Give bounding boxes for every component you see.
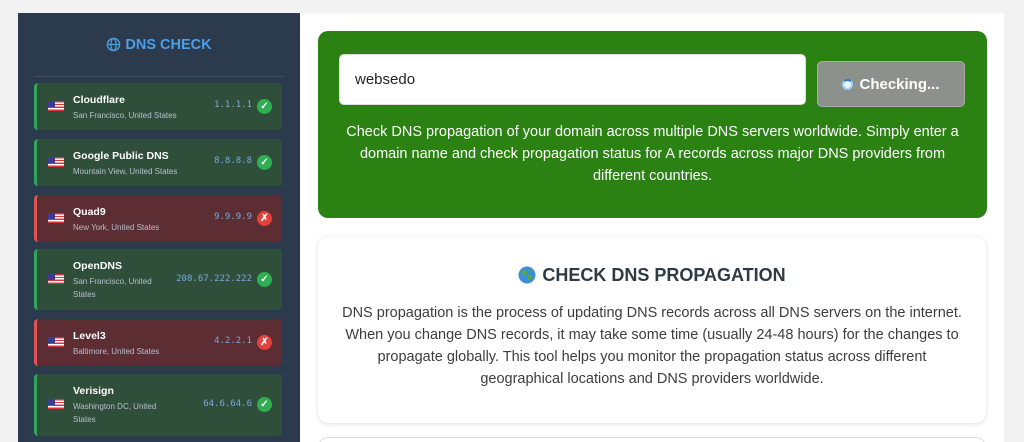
server-card-cloudflare[interactable]: Cloudflare San Francisco, United States …	[34, 83, 282, 130]
server-location: San Francisco, United States	[73, 277, 152, 299]
earth-globe-icon	[518, 266, 536, 284]
server-name: Quad9	[73, 206, 106, 218]
server-ip: 208.67.222.222	[176, 274, 252, 284]
globe-icon	[106, 37, 121, 56]
us-flag-icon	[48, 337, 64, 347]
server-ip: 1.1.1.1	[214, 100, 252, 110]
x-icon: ✗	[257, 335, 272, 350]
server-card-verisign[interactable]: Verisign Washington DC, United States 64…	[34, 374, 282, 436]
info-description: DNS propagation is the process of updati…	[342, 305, 962, 387]
sidebar-divider	[34, 76, 284, 77]
server-location: New York, United States	[73, 223, 160, 232]
server-location: Baltimore, United States	[73, 347, 160, 356]
info-title-text: CHECK DNS PROPAGATION	[542, 265, 786, 285]
server-ip: 9.9.9.9	[214, 212, 252, 222]
search-panel: Checking... Check DNS propagation of you…	[318, 31, 987, 218]
us-flag-icon	[48, 213, 64, 223]
us-flag-icon	[48, 274, 64, 284]
us-flag-icon	[48, 157, 64, 167]
server-ip: 8.8.8.8	[214, 156, 252, 166]
server-card-google[interactable]: Google Public DNS Mountain View, United …	[34, 139, 282, 186]
check-button[interactable]: Checking...	[817, 61, 965, 107]
server-name: OpenDNS	[73, 260, 123, 272]
main-content: Checking... Check DNS propagation of you…	[300, 13, 1004, 442]
sidebar: DNS CHECK Cloudflare San Francisco, Unit…	[18, 13, 300, 442]
check-icon: ✓	[257, 272, 272, 287]
info-card: CHECK DNS PROPAGATION DNS propagation is…	[318, 237, 986, 423]
us-flag-icon	[48, 101, 64, 111]
sidebar-title: DNS CHECK	[18, 37, 300, 56]
info-title: CHECK DNS PROPAGATION	[318, 265, 986, 286]
search-description: Check DNS propagation of your domain acr…	[346, 124, 959, 184]
server-ip: 4.2.2.1	[214, 336, 252, 346]
check-icon: ✓	[257, 155, 272, 170]
server-card-level3[interactable]: Level3 Baltimore, United States 4.2.2.1 …	[34, 319, 282, 366]
server-name: Level3	[73, 330, 106, 342]
server-name: Cloudflare	[73, 94, 125, 106]
server-location: Washington DC, United States	[73, 402, 157, 424]
server-name: Google Public DNS	[73, 150, 169, 162]
check-icon: ✓	[257, 397, 272, 412]
server-card-quad9[interactable]: Quad9 New York, United States 9.9.9.9 ✗	[34, 195, 282, 242]
check-button-label: Checking...	[859, 75, 940, 93]
server-location: San Francisco, United States	[73, 111, 177, 120]
loading-spinner-icon	[842, 78, 854, 90]
domain-input[interactable]	[339, 54, 806, 105]
x-icon: ✗	[257, 211, 272, 226]
check-icon: ✓	[257, 99, 272, 114]
sidebar-title-text: DNS CHECK	[125, 37, 212, 53]
server-name: Verisign	[73, 385, 114, 397]
us-flag-icon	[48, 399, 64, 409]
server-location: Mountain View, United States	[73, 167, 178, 176]
server-card-opendns[interactable]: OpenDNS San Francisco, United States 208…	[34, 249, 282, 310]
results-card	[318, 437, 986, 442]
server-ip: 64.6.64.6	[203, 399, 252, 409]
